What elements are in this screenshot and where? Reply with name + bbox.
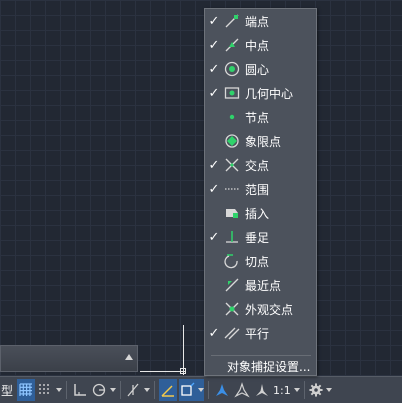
menu-item-endpoint[interactable]: ✓ 端点 xyxy=(205,9,316,33)
menu-item-label: 几何中心 xyxy=(245,86,294,101)
grid-icon xyxy=(19,383,33,396)
menu-item-tangent[interactable]: 切点 xyxy=(205,249,316,273)
separator xyxy=(303,381,305,399)
annotation-scale-icon xyxy=(216,384,229,396)
chevron-down-icon[interactable] xyxy=(110,388,117,392)
separator xyxy=(154,381,156,399)
polar-icon xyxy=(92,383,106,397)
menu-item-label: 圆心 xyxy=(245,62,270,77)
center-icon xyxy=(224,61,240,77)
pickbox-cursor xyxy=(180,368,186,374)
menu-item-midpoint[interactable]: ✓ 中点 xyxy=(205,33,316,57)
scale-value: 1:1 xyxy=(273,383,291,397)
menu-item-geometric-center[interactable]: ✓ 几何中心 xyxy=(205,81,316,105)
quadrant-icon xyxy=(225,134,239,148)
chevron-down-icon[interactable] xyxy=(198,388,205,392)
chevron-down-icon[interactable] xyxy=(56,388,63,392)
scale-selector[interactable]: 1:1 xyxy=(273,379,300,401)
menu-item-label: 象限点 xyxy=(245,134,282,149)
snap-tracking-icon xyxy=(161,385,175,397)
status-bar: 型 1:1 xyxy=(0,376,402,403)
extension-icon xyxy=(225,188,239,190)
tangent-icon xyxy=(224,254,238,269)
drawing-canvas[interactable] xyxy=(0,0,402,403)
isodraft-button[interactable] xyxy=(125,379,151,401)
parallel-icon xyxy=(224,327,240,340)
chevron-down-icon[interactable] xyxy=(325,388,332,392)
grid-toggle-button[interactable] xyxy=(17,379,36,401)
menu-divider xyxy=(211,355,311,356)
chevron-down-icon[interactable] xyxy=(144,388,151,392)
separator xyxy=(208,381,210,399)
menu-item-label: 交点 xyxy=(245,158,270,173)
endpoint-icon xyxy=(225,14,239,28)
nearest-icon xyxy=(225,278,239,292)
menu-item-label: 垂足 xyxy=(245,230,270,245)
object-snap-icon xyxy=(181,382,195,396)
menu-item-label: 端点 xyxy=(245,14,270,29)
menu-item-insertion[interactable]: 插入 xyxy=(205,201,316,225)
menu-item-label: 外观交点 xyxy=(245,302,294,317)
check-icon: ✓ xyxy=(208,229,220,245)
menu-item-label: 插入 xyxy=(245,206,270,221)
menu-item-parallel[interactable]: ✓ 平行 xyxy=(205,321,316,345)
separator xyxy=(120,381,122,399)
ortho-button[interactable] xyxy=(71,379,89,401)
isodraft-icon xyxy=(127,383,139,397)
annotation-visibility-button[interactable] xyxy=(213,379,231,401)
check-icon: ✓ xyxy=(208,13,220,29)
auto-scale-icon xyxy=(234,382,250,398)
menu-item-label: 范围 xyxy=(245,182,270,197)
annotation-icon xyxy=(256,384,269,396)
menu-item-perpendicular[interactable]: ✓ 垂足 xyxy=(205,225,316,249)
menu-item-nearest[interactable]: 最近点 xyxy=(205,273,316,297)
workspace-switch-button[interactable] xyxy=(309,379,332,401)
check-icon: ✓ xyxy=(208,85,220,101)
object-snap-settings-item[interactable]: 对象捕捉设置... xyxy=(227,358,310,376)
menu-item-apparent-intersection[interactable]: 外观交点 xyxy=(205,297,316,321)
menu-item-intersection[interactable]: ✓ 交点 xyxy=(205,153,316,177)
chevron-down-icon[interactable] xyxy=(293,388,300,392)
object-snap-tracking-button[interactable] xyxy=(159,379,178,401)
insertion-icon xyxy=(226,209,238,218)
snap-grid-icon xyxy=(39,384,50,394)
menu-item-extension[interactable]: ✓ 范围 xyxy=(205,177,316,201)
model-tab-label[interactable]: 型 xyxy=(0,382,16,399)
ortho-icon xyxy=(74,384,87,396)
object-snap-button[interactable] xyxy=(179,379,205,401)
gear-icon xyxy=(309,383,323,397)
menu-item-quadrant[interactable]: 象限点 xyxy=(205,129,316,153)
separator xyxy=(66,381,68,399)
intersection-icon xyxy=(225,158,239,172)
menu-item-label: 切点 xyxy=(245,254,270,269)
check-icon: ✓ xyxy=(208,157,220,173)
menu-item-center[interactable]: ✓ 圆心 xyxy=(205,57,316,81)
check-icon: ✓ xyxy=(208,181,220,197)
annotation-scale-button[interactable] xyxy=(253,379,271,401)
polar-tracking-button[interactable] xyxy=(91,379,117,401)
node-icon xyxy=(229,114,235,120)
midpoint-icon xyxy=(225,38,239,52)
command-line[interactable] xyxy=(0,345,138,372)
auto-scale-button[interactable] xyxy=(233,379,251,401)
menu-item-label: 节点 xyxy=(245,110,270,125)
check-icon: ✓ xyxy=(208,325,220,341)
menu-item-label: 中点 xyxy=(245,38,270,53)
snap-mode-button[interactable] xyxy=(37,379,63,401)
object-snap-menu: ✓ 端点 ✓ 中点 ✓ 圆心 ✓ 几何中心 节点 象限点 ✓ 交点 ✓ 范围 插… xyxy=(204,8,317,376)
check-icon: ✓ xyxy=(208,61,220,77)
check-icon: ✓ xyxy=(208,37,220,53)
menu-item-label: 平行 xyxy=(245,326,270,341)
geometric-center-icon xyxy=(224,87,240,99)
menu-item-node[interactable]: 节点 xyxy=(205,105,316,129)
menu-item-label: 最近点 xyxy=(245,278,282,293)
perpendicular-icon xyxy=(226,231,238,243)
command-history-arrow-icon[interactable] xyxy=(125,354,133,360)
apparent-intersection-icon xyxy=(225,302,239,316)
